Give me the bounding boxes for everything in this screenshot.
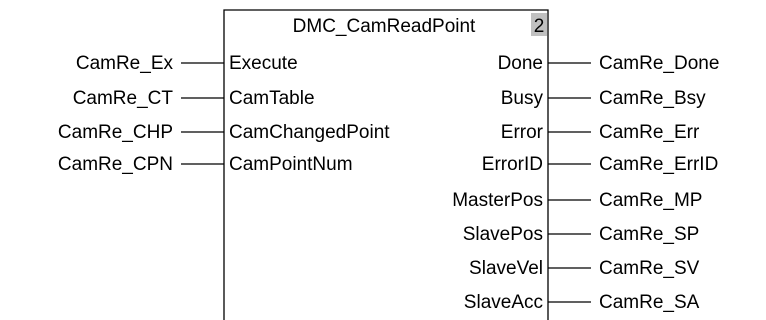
- output-pin-label: SlavePos: [463, 224, 543, 245]
- output-pin-row: SlaveAcc CamRe_SA: [464, 292, 700, 313]
- output-pin-row: ErrorID CamRe_ErrID: [482, 154, 719, 175]
- input-pin-label: CamChangedPoint: [229, 122, 390, 143]
- output-pin-label: SlaveAcc: [464, 292, 543, 313]
- block-title: DMC_CamReadPoint: [293, 16, 476, 37]
- input-pin-label: CamTable: [229, 88, 315, 109]
- output-variable: CamRe_Err: [599, 122, 700, 143]
- output-variable: CamRe_ErrID: [599, 154, 718, 175]
- output-pin-row: SlaveVel CamRe_SV: [469, 258, 700, 279]
- input-pin-row: CamRe_CPN CamPointNum: [58, 154, 353, 175]
- input-variable: CamRe_CHP: [58, 122, 173, 143]
- output-pin-row: Busy CamRe_Bsy: [501, 88, 706, 109]
- instance-number: 2: [534, 16, 545, 37]
- output-pin-label: ErrorID: [482, 154, 543, 175]
- output-pin-label: SlaveVel: [469, 258, 543, 279]
- output-variable: CamRe_Bsy: [599, 88, 706, 109]
- output-pin-label: Busy: [501, 88, 544, 109]
- input-variable: CamRe_CPN: [58, 154, 173, 175]
- input-pin-label: Execute: [229, 53, 298, 74]
- input-variable: CamRe_CT: [73, 88, 174, 109]
- input-pin-row: CamRe_Ex Execute: [76, 53, 298, 74]
- output-pin-row: Error CamRe_Err: [501, 122, 700, 143]
- output-pin-label: MasterPos: [452, 190, 543, 211]
- output-variable: CamRe_SV: [599, 258, 700, 279]
- input-pin-label: CamPointNum: [229, 154, 353, 175]
- output-variable: CamRe_SP: [599, 224, 699, 245]
- output-pin-row: MasterPos CamRe_MP: [452, 190, 702, 211]
- output-pin-label: Error: [501, 122, 544, 143]
- output-variable: CamRe_MP: [599, 190, 702, 211]
- function-block-diagram: 2 DMC_CamReadPoint CamRe_Ex Execute CamR…: [58, 9, 720, 320]
- output-pin-row: SlavePos CamRe_SP: [463, 224, 700, 245]
- output-variable: CamRe_Done: [599, 53, 719, 74]
- input-pin-row: CamRe_CT CamTable: [73, 88, 315, 109]
- output-pin-row: Done CamRe_Done: [498, 53, 720, 74]
- input-variable: CamRe_Ex: [76, 53, 174, 74]
- output-variable: CamRe_SA: [599, 292, 700, 313]
- output-pin-label: Done: [498, 53, 543, 74]
